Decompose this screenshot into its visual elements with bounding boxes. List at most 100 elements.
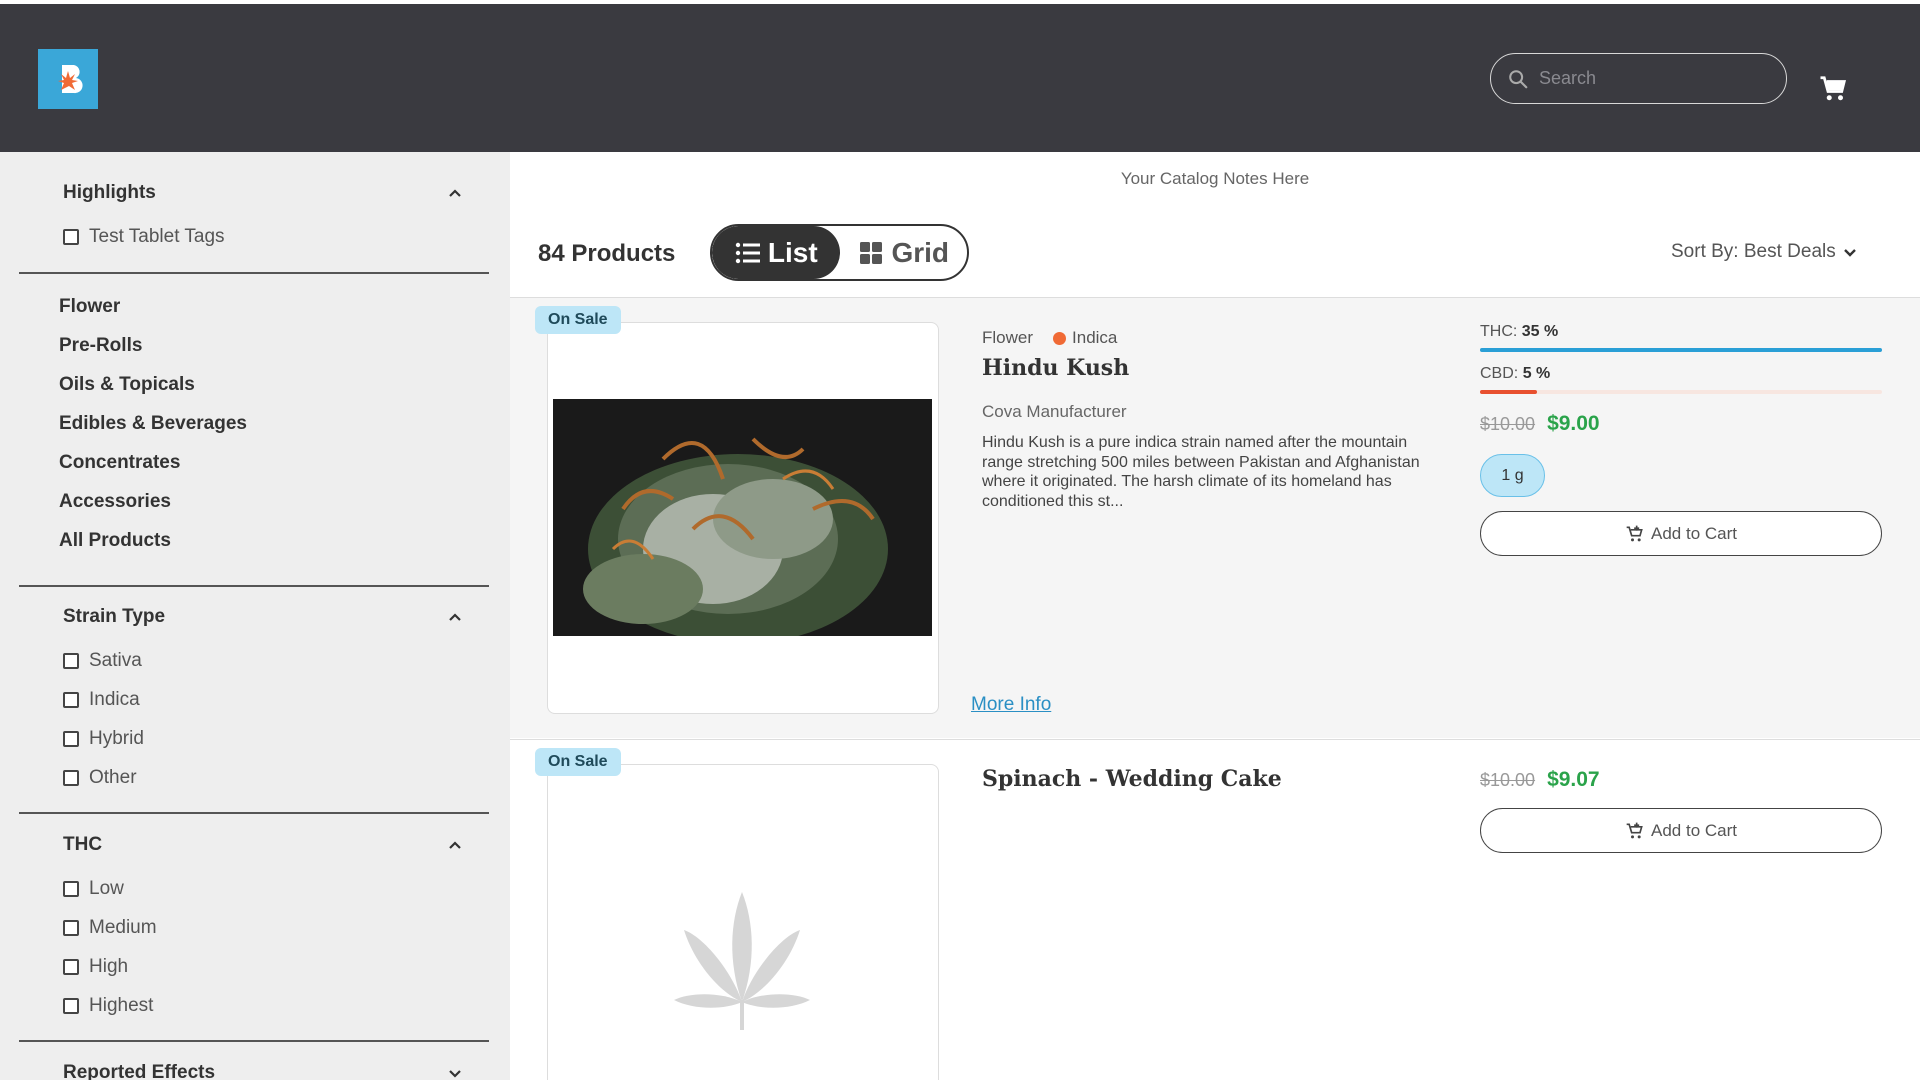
search-bar[interactable]: [1490, 53, 1787, 104]
brand-logo-icon: [58, 65, 83, 94]
product-image-card[interactable]: [547, 322, 939, 714]
size-option[interactable]: 1 g: [1480, 454, 1545, 497]
filter-label: Test Tablet Tags: [89, 226, 225, 247]
add-to-cart-label: Add to Cart: [1651, 523, 1737, 543]
product-meta: Flower Indica: [982, 328, 1117, 348]
checkbox[interactable]: [63, 998, 79, 1014]
grid-label: Grid: [891, 236, 950, 268]
category-pre-rolls[interactable]: Pre-Rolls: [59, 335, 142, 357]
checkbox[interactable]: [63, 692, 79, 708]
thc-value: 35 %: [1521, 323, 1559, 340]
chevron-down-icon[interactable]: [447, 1065, 463, 1080]
reported-effects-section-header[interactable]: Reported Effects: [63, 1062, 463, 1080]
product-description: Hindu Kush is a pure indica strain named…: [982, 434, 1420, 510]
filter-option-high[interactable]: High: [63, 956, 128, 978]
sale-price: $9.07: [1547, 768, 1600, 791]
product-name[interactable]: Hindu Kush: [982, 355, 1129, 381]
reported-effects-title: Reported Effects: [63, 1062, 216, 1080]
chevron-up-icon[interactable]: [447, 185, 463, 201]
checkbox[interactable]: [63, 959, 79, 975]
cbd-potency: CBD: 5 %: [1480, 365, 1550, 383]
filter-label: Sativa: [89, 650, 142, 671]
product-row: On Sale Spinach - Wedding Cake $10.00 $9…: [510, 739, 1920, 1080]
product-photo: [553, 399, 932, 636]
brand-logo[interactable]: [38, 49, 98, 109]
checkbox[interactable]: [63, 731, 79, 747]
thc-bar-fill: [1480, 348, 1882, 352]
category-oils-topicals[interactable]: Oils & Topicals: [59, 374, 195, 396]
original-price: $10.00: [1480, 414, 1536, 434]
original-price: $10.00: [1480, 770, 1536, 790]
checkbox[interactable]: [63, 229, 79, 245]
thc-title: THC: [63, 834, 103, 855]
filter-option-medium[interactable]: Medium: [63, 917, 157, 939]
product-name[interactable]: Spinach - Wedding Cake: [982, 766, 1282, 792]
add-cart-icon: [1626, 822, 1643, 838]
chevron-up-icon[interactable]: [447, 837, 463, 853]
strain-type-title: Strain Type: [63, 606, 166, 627]
add-to-cart-button[interactable]: Add to Cart: [1480, 511, 1882, 556]
highlights-title: Highlights: [63, 182, 156, 203]
product-image-card[interactable]: [547, 764, 939, 1080]
product-strain: Indica: [1072, 328, 1118, 347]
cart-icon[interactable]: [1818, 74, 1848, 104]
highlights-section-header[interactable]: Highlights: [63, 182, 463, 204]
price: $10.00 $9.00: [1480, 412, 1600, 436]
checkbox[interactable]: [63, 881, 79, 897]
cbd-value: 5 %: [1522, 365, 1551, 382]
strain-dot-icon: [1053, 331, 1067, 345]
add-to-cart-button[interactable]: Add to Cart: [1480, 808, 1882, 853]
chevron-down-icon: [1843, 249, 1856, 257]
chevron-up-icon[interactable]: [447, 609, 463, 625]
product-row: On Sale Flower Indica Hindu Kush Cova Ma…: [510, 297, 1920, 738]
category-accessories[interactable]: Accessories: [59, 491, 171, 513]
list-view-button[interactable]: List: [712, 226, 840, 279]
on-sale-badge: On Sale: [535, 748, 621, 776]
category-edibles-beverages[interactable]: Edibles & Beverages: [59, 413, 247, 435]
filter-label: Hybrid: [89, 728, 144, 749]
product-count: 84 Products: [538, 240, 676, 267]
top-header: [0, 4, 1920, 152]
filter-option-highest[interactable]: Highest: [63, 995, 153, 1017]
search-icon: [1509, 69, 1528, 88]
thc-potency: THC: 35 %: [1480, 323, 1558, 341]
sort-dropdown[interactable]: Sort By: Best Deals: [1671, 241, 1858, 263]
thc-label: THC:: [1480, 323, 1518, 340]
category-concentrates[interactable]: Concentrates: [59, 452, 180, 474]
search-input[interactable]: [1539, 68, 1769, 89]
filter-option-low[interactable]: Low: [63, 878, 124, 900]
grid-icon: [860, 241, 883, 264]
category-flower[interactable]: Flower: [59, 296, 120, 318]
grid-view-button[interactable]: Grid: [840, 226, 968, 279]
product-category: Flower: [982, 328, 1034, 347]
filter-option-indica[interactable]: Indica: [63, 689, 140, 711]
filter-label: Low: [89, 878, 124, 899]
filter-label: Medium: [89, 917, 157, 938]
product-manufacturer: Cova Manufacturer: [982, 402, 1127, 421]
add-cart-icon: [1626, 525, 1643, 541]
filter-option-sativa[interactable]: Sativa: [63, 650, 142, 672]
checkbox[interactable]: [63, 770, 79, 786]
more-info-link[interactable]: More Info: [971, 694, 1051, 716]
sale-price: $9.00: [1547, 412, 1600, 435]
checkbox[interactable]: [63, 653, 79, 669]
filter-sidebar: Highlights Test Tablet Tags Flower Pre-R…: [0, 152, 510, 1080]
catalog-notes: Your Catalog Notes Here: [1120, 169, 1310, 188]
price: $10.00 $9.07: [1480, 768, 1600, 792]
thc-section-header[interactable]: THC: [63, 834, 463, 856]
cannabis-leaf-icon: [674, 892, 810, 1030]
category-all-products[interactable]: All Products: [59, 530, 171, 552]
filter-option-hybrid[interactable]: Hybrid: [63, 728, 144, 750]
filter-label: Highest: [89, 995, 154, 1016]
strain-type-section-header[interactable]: Strain Type: [63, 606, 463, 628]
divider: [19, 812, 489, 814]
filter-option-test-tablet-tags[interactable]: Test Tablet Tags: [63, 226, 225, 248]
filter-label: Indica: [89, 689, 140, 710]
view-toggle: List Grid: [710, 224, 969, 281]
on-sale-badge: On Sale: [535, 306, 621, 334]
filter-option-other[interactable]: Other: [63, 767, 137, 789]
filter-label: High: [89, 956, 129, 977]
divider: [19, 272, 489, 274]
thc-bar: [1480, 348, 1882, 352]
checkbox[interactable]: [63, 920, 79, 936]
